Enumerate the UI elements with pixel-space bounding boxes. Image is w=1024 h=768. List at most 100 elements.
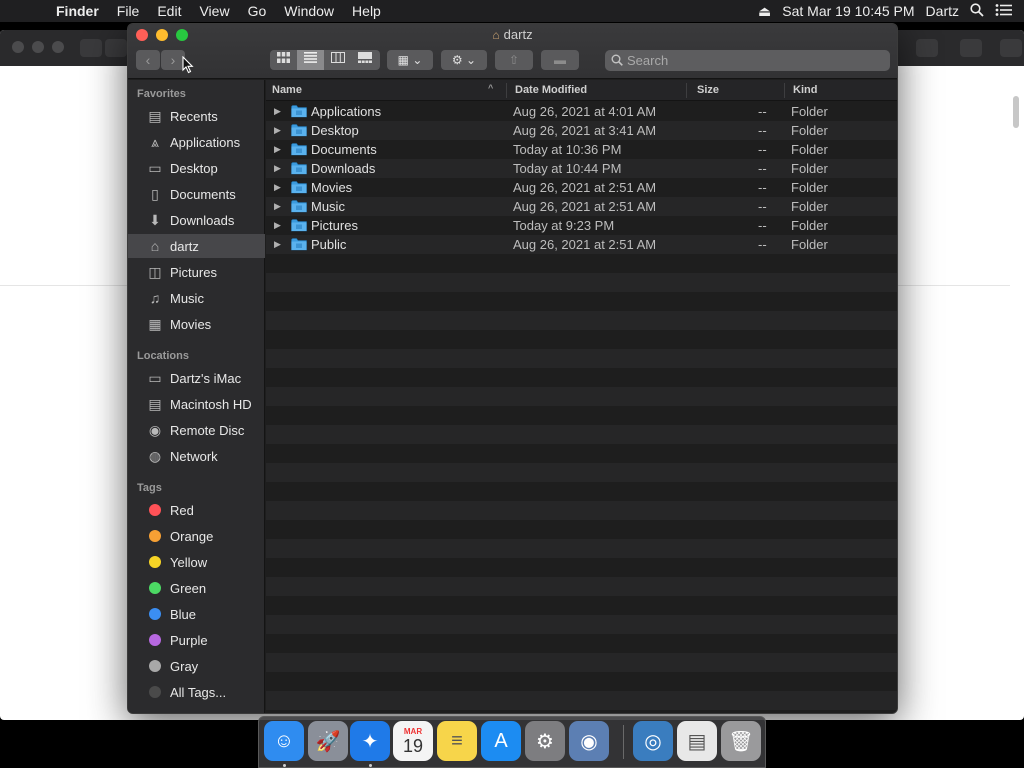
background-share-button[interactable] — [916, 39, 938, 57]
background-close-button[interactable] — [12, 41, 24, 53]
menu-app-finder[interactable]: Finder — [56, 0, 108, 22]
dock-finder-icon[interactable]: ☺ — [264, 721, 304, 761]
notification-center-icon[interactable] — [995, 3, 1013, 20]
dock-documents-stack-icon[interactable]: ▤ — [677, 721, 717, 761]
share-button[interactable]: ⇧ — [495, 50, 533, 70]
sidebar-item-dartz-s-imac[interactable]: ▭ Dartz's iMac — [128, 366, 265, 390]
file-row[interactable]: ▶ Public Aug 26, 2021 at 2:51 AM -- Folder — [266, 235, 897, 254]
dock-utility-icon[interactable]: ◉ — [569, 721, 609, 761]
spotlight-search-icon[interactable] — [970, 2, 984, 20]
column-header-date[interactable]: Date Modified — [515, 84, 587, 96]
sidebar-item-yellow[interactable]: Yellow — [128, 550, 265, 574]
sidebar-item-pictures[interactable]: ◫ Pictures — [128, 260, 265, 284]
tag-color-dot-icon — [149, 582, 161, 594]
list-view-button[interactable] — [297, 50, 324, 70]
window-title: ⌂ dartz — [128, 27, 897, 42]
menu-file[interactable]: File — [108, 0, 149, 22]
menu-user[interactable]: Dartz — [926, 3, 959, 19]
file-kind: Folder — [791, 104, 828, 119]
dock-downloads-stack-icon[interactable]: ◎ — [633, 721, 673, 761]
column-header-size[interactable]: Size — [697, 84, 719, 96]
edit-tags-button[interactable]: ▬ — [541, 50, 579, 70]
file-name: Downloads — [311, 161, 376, 176]
gallery-view-button[interactable] — [351, 50, 378, 70]
disclosure-triangle-icon[interactable]: ▶ — [274, 239, 281, 250]
sidebar-item-documents[interactable]: ▯ Documents — [128, 182, 265, 206]
sidebar-item-dartz[interactable]: ⌂ dartz — [128, 234, 265, 258]
column-view-button[interactable] — [324, 50, 351, 70]
disclosure-triangle-icon[interactable]: ▶ — [274, 182, 281, 193]
dock-running-indicator — [369, 764, 372, 767]
network-icon: ◍ — [148, 447, 162, 464]
action-menu-button[interactable]: ⚙ ⌄ — [441, 50, 487, 70]
menu-go[interactable]: Go — [239, 0, 276, 22]
menu-help[interactable]: Help — [343, 0, 390, 22]
file-row[interactable]: ▶ Applications Aug 26, 2021 at 4:01 AM -- Fo… — [266, 102, 897, 121]
file-size: -- — [758, 104, 767, 119]
column-header-kind[interactable]: Kind — [793, 84, 817, 96]
sidebar-item-applications[interactable]: ⩓ Applications — [128, 130, 265, 154]
group-by-button[interactable]: ▦ ⌄ — [387, 50, 433, 70]
sidebar-item-network[interactable]: ◍ Network — [128, 444, 265, 468]
tag-color-dot-icon — [149, 608, 161, 620]
dock-notes-icon[interactable]: ≡ — [437, 721, 477, 761]
menu-view[interactable]: View — [190, 0, 238, 22]
column-separator[interactable] — [686, 83, 687, 98]
back-button[interactable]: ‹ — [136, 50, 160, 70]
file-row[interactable]: ▶ Documents Today at 10:36 PM -- Folder — [266, 140, 897, 159]
menu-clock[interactable]: Sat Mar 19 10:45 PM — [782, 3, 914, 19]
background-scrollbar[interactable] — [1013, 96, 1019, 128]
sidebar-item-music[interactable]: ♫ Music — [128, 286, 265, 310]
file-row[interactable]: ▶ Desktop Aug 26, 2021 at 3:41 AM -- Folder — [266, 121, 897, 140]
sidebar-item-gray[interactable]: Gray — [128, 654, 265, 678]
disclosure-triangle-icon[interactable]: ▶ — [274, 201, 281, 212]
menu-window[interactable]: Window — [275, 0, 343, 22]
file-row[interactable]: ▶ Music Aug 26, 2021 at 2:51 AM -- Folder — [266, 197, 897, 216]
file-row[interactable]: ▶ Downloads Today at 10:44 PM -- Folder — [266, 159, 897, 178]
background-zoom-button[interactable] — [52, 41, 64, 53]
dock-app-store-icon[interactable]: A — [481, 721, 521, 761]
background-forward-button[interactable] — [105, 39, 127, 57]
sidebar-item-remote-disc[interactable]: ◉ Remote Disc — [128, 418, 265, 442]
file-row[interactable]: ▶ Movies Aug 26, 2021 at 2:51 AM -- Folder — [266, 178, 897, 197]
file-row[interactable]: ▶ Pictures Today at 9:23 PM -- Folder — [266, 216, 897, 235]
sidebar-item-desktop[interactable]: ▭ Desktop — [128, 156, 265, 180]
search-field[interactable]: Search — [605, 50, 890, 71]
sidebar-item-green[interactable]: Green — [128, 576, 265, 600]
icon-view-button[interactable] — [270, 50, 297, 70]
menu-edit[interactable]: Edit — [148, 0, 190, 22]
disclosure-triangle-icon[interactable]: ▶ — [274, 220, 281, 231]
dock-system-preferences-icon[interactable]: ⚙ — [525, 721, 565, 761]
sidebar-item-orange[interactable]: Orange — [128, 524, 265, 548]
sidebar-item-all-tags[interactable]: All Tags... — [128, 680, 265, 704]
calendar-month: MAR — [403, 726, 423, 736]
column-header-name[interactable]: Name — [272, 84, 302, 96]
background-back-button[interactable] — [80, 39, 102, 57]
chevron-down-icon: ⌄ — [466, 53, 477, 67]
sidebar-item-purple[interactable]: Purple — [128, 628, 265, 652]
background-new-tab-button[interactable] — [1000, 39, 1022, 57]
disclosure-triangle-icon[interactable]: ▶ — [274, 125, 281, 136]
file-kind: Folder — [791, 142, 828, 157]
sidebar-item-recents[interactable]: ▤ Recents — [128, 104, 265, 128]
sidebar-item-macintosh-hd[interactable]: ▤ Macintosh HD — [128, 392, 265, 416]
sidebar-item-blue[interactable]: Blue — [128, 602, 265, 626]
tag-color-dot-icon — [149, 660, 161, 672]
column-separator[interactable] — [506, 83, 507, 98]
background-tabs-button[interactable] — [960, 39, 982, 57]
sidebar-item-downloads[interactable]: ⬇ Downloads — [128, 208, 265, 232]
dock-trash-icon[interactable]: 🗑 — [721, 721, 761, 761]
dock-separator — [623, 725, 624, 759]
mouse-pointer-icon — [182, 55, 194, 77]
background-minimize-button[interactable] — [32, 41, 44, 53]
dock-launchpad-icon[interactable]: 🚀 — [308, 721, 348, 761]
sidebar-item-red[interactable]: Red — [128, 498, 265, 522]
eject-icon[interactable]: ⏏ — [758, 3, 771, 20]
disclosure-triangle-icon[interactable]: ▶ — [274, 163, 281, 174]
disclosure-triangle-icon[interactable]: ▶ — [274, 144, 281, 155]
column-separator[interactable] — [784, 83, 785, 98]
sidebar-item-movies[interactable]: ▦ Movies — [128, 312, 265, 336]
disclosure-triangle-icon[interactable]: ▶ — [274, 106, 281, 117]
dock-calendar-icon[interactable]: MAR 19 — [393, 721, 433, 761]
dock-safari-icon[interactable]: ✦ — [350, 721, 390, 761]
